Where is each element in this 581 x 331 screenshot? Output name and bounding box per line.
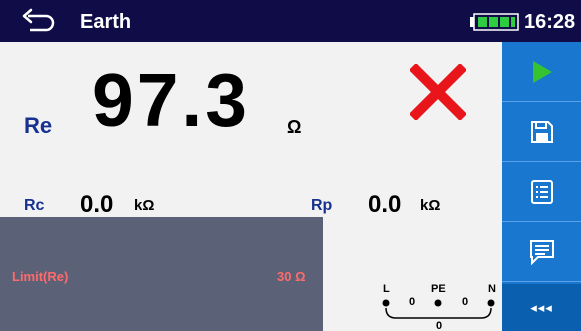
terminal-pe-dot [434,299,442,307]
rc-label: Rc [24,197,45,214]
list-button[interactable] [502,162,581,222]
comment-button[interactable] [502,222,581,282]
more-options-icon: ◂◂◂ [530,299,553,315]
back-arrow-icon[interactable] [22,8,56,34]
terminal-pe-label: PE [431,283,446,295]
page-title: Earth [80,11,132,33]
l-pe-value: 0 [409,296,415,308]
fail-cross-icon [410,64,466,120]
start-test-button[interactable] [502,42,581,102]
l-n-connector [385,307,492,319]
limit-panel[interactable]: Limit(Re) 30 Ω [0,217,323,331]
terminal-n-dot [487,299,495,307]
sidebar: ◂◂◂ [502,42,581,331]
rp-unit: kΩ [420,197,441,214]
l-n-value: 0 [436,320,442,331]
terminal-diagram: L PE N 0 0 0 [382,283,496,331]
rc-unit: kΩ [134,197,155,214]
save-button[interactable] [502,102,581,162]
header-bar: Earth 16:28 [0,0,581,42]
play-icon [532,60,552,83]
list-icon [530,179,553,204]
rp-value: 0.0 [368,191,402,218]
limit-label: Limit(Re) [12,269,69,284]
rp-label: Rp [311,197,333,214]
clock-time: 16:28 [524,11,576,33]
battery-icon [470,13,519,31]
terminal-n-label: N [488,283,496,295]
terminal-l-label: L [383,283,390,295]
re-label: Re [24,113,53,138]
more-options-button[interactable]: ◂◂◂ [502,284,581,331]
limit-value: 30 Ω [277,269,306,284]
pe-n-value: 0 [462,296,468,308]
terminal-l-dot [382,299,390,307]
save-icon [530,120,553,143]
comment-icon [529,239,554,265]
re-unit: Ω [287,117,302,137]
re-value: 97.3 [92,58,250,142]
rc-value: 0.0 [80,191,114,218]
